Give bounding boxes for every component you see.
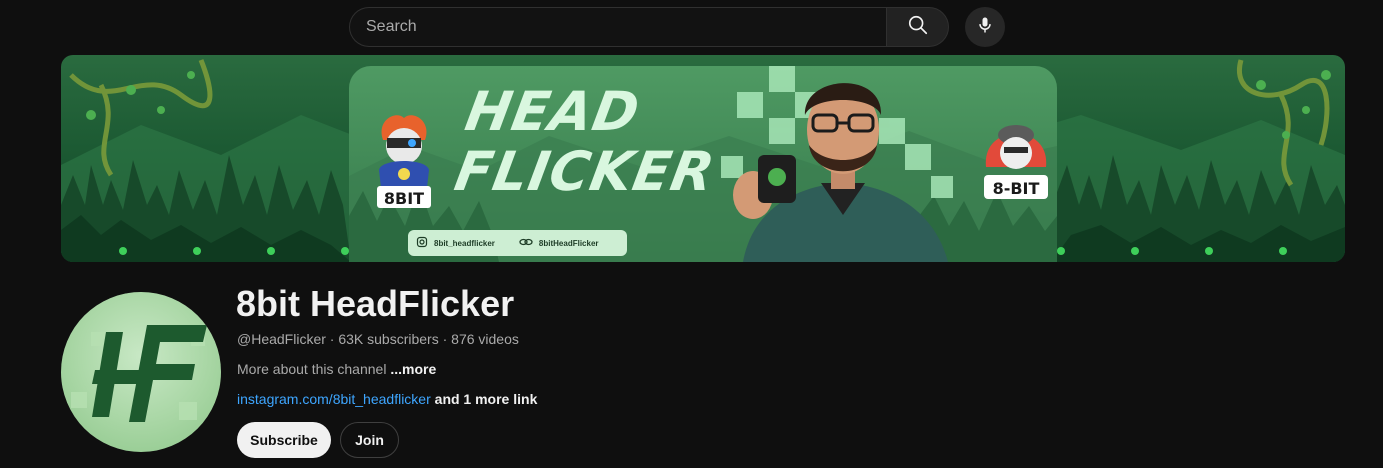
search-input[interactable] [366,18,886,36]
about-text: More about this channel [237,361,391,377]
microphone-icon [975,15,995,40]
search-button[interactable] [886,7,949,47]
avatar-hf-logo [71,325,207,422]
channel-links: instagram.com/8bit_headflicker and 1 mor… [237,391,537,407]
logo-right-text: 8-BIT [993,179,1040,198]
banner-logo-right: 8-BIT [984,125,1048,199]
banner-instagram-handle: 8bit_headflicker [434,238,495,248]
banner-link-handle: 8bitHeadFlicker [538,238,599,248]
banner-social-pill: 8bit_headflicker 8bitHeadFlicker [408,230,627,256]
channel-avatar[interactable] [61,292,221,452]
search-icon [907,14,929,41]
banner-person-illustration [733,83,948,262]
channel-name: 8bit HeadFlicker [236,283,515,324]
banner-title-line1: HEAD [460,80,645,143]
search-bar [349,7,949,47]
instagram-icon [416,236,428,251]
about-more-link[interactable]: ...more [390,361,436,377]
banner-wordmark: HEAD FLICKER [450,80,729,203]
subscribe-button[interactable]: Subscribe [237,422,331,458]
logo-left-text: 8BIT [384,189,424,208]
instagram-link[interactable]: instagram.com/8bit_headflicker [237,391,431,407]
banner-title-line2: FLICKER [450,140,720,203]
channel-banner: 8BIT HEAD FLICKER 8-BIT 8bit_headflicker [61,55,1345,262]
search-box[interactable] [349,7,886,47]
channel-about[interactable]: More about this channel ...more [237,361,436,377]
voice-search-button[interactable] [965,7,1005,47]
join-button[interactable]: Join [340,422,399,458]
banner-logo-left: 8BIT [377,115,431,208]
link-icon [519,236,533,250]
more-links-text[interactable]: and 1 more link [431,391,538,407]
channel-meta: @HeadFlicker · 63K subscribers · 876 vid… [237,331,519,347]
